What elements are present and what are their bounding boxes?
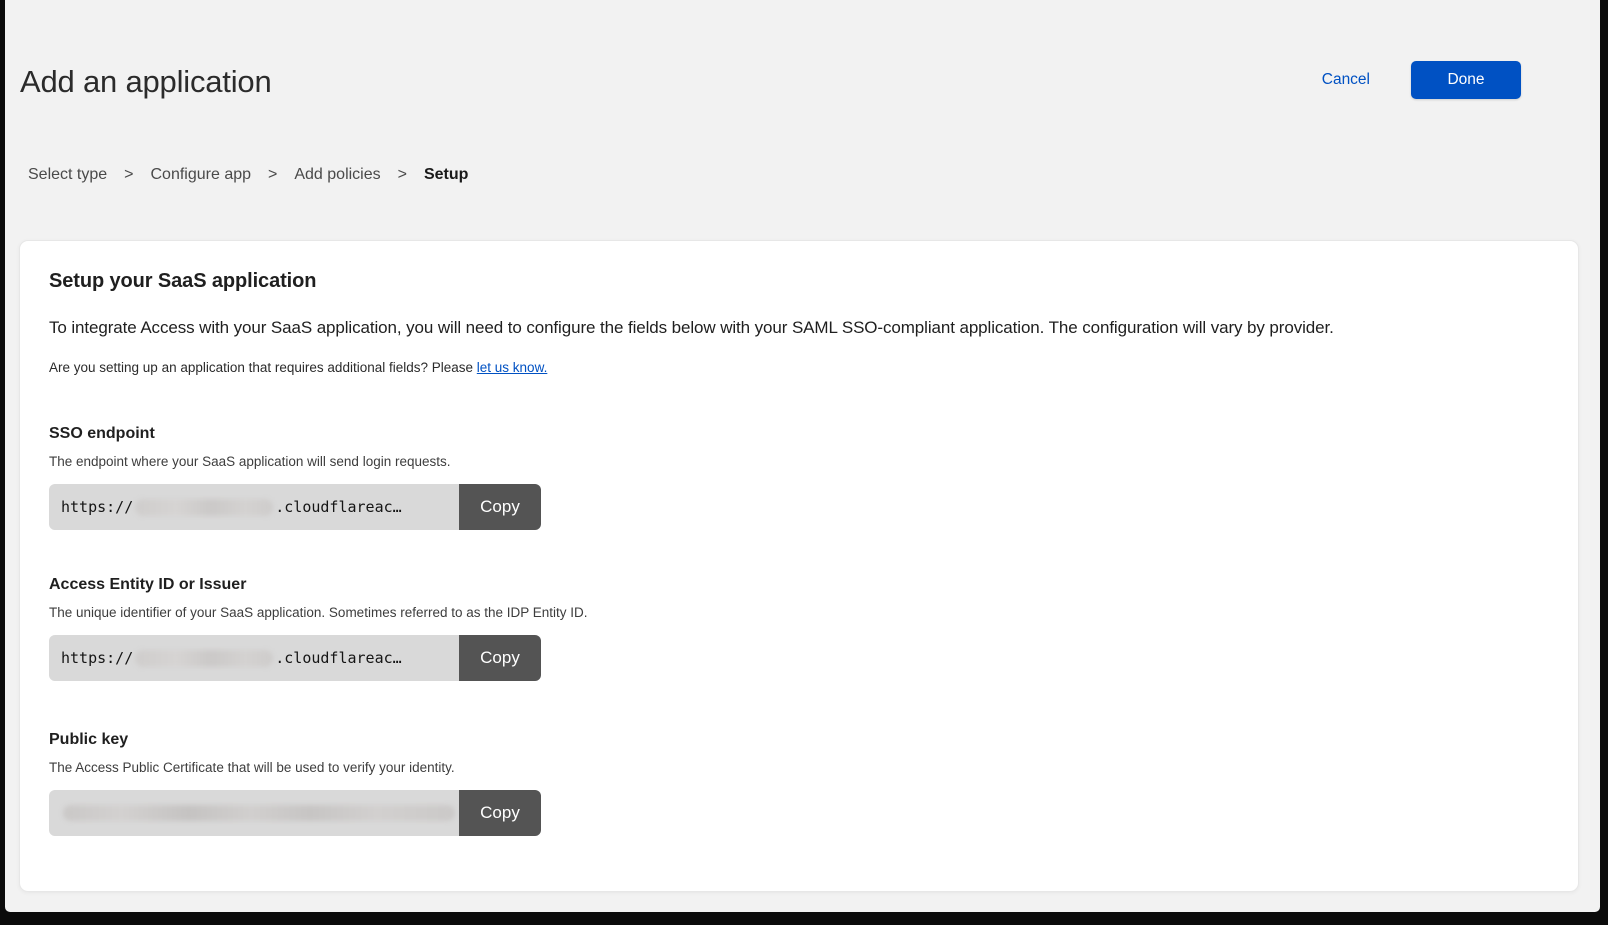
entity-id-copy-row: https:// .cloudflareac… Copy — [49, 635, 541, 681]
card-note-text: Are you setting up an application that r… — [49, 360, 477, 375]
page-title: Add an application — [20, 64, 271, 100]
value-suffix: .cloudflareac… — [275, 498, 401, 516]
value-prefix: https:// — [61, 649, 133, 667]
sso-endpoint-description: The endpoint where your SaaS application… — [49, 454, 1549, 469]
header-actions: Cancel Done — [1322, 61, 1521, 99]
entity-id-description: The unique identifier of your SaaS appli… — [49, 605, 1549, 620]
breadcrumb-configure-app[interactable]: Configure app — [151, 166, 252, 184]
cancel-button[interactable]: Cancel — [1322, 71, 1370, 89]
breadcrumb-add-policies[interactable]: Add policies — [294, 166, 380, 184]
value-suffix: .cloudflareac… — [275, 649, 401, 667]
entity-id-value[interactable]: https:// .cloudflareac… — [49, 635, 459, 681]
breadcrumb: Select type > Configure app > Add polici… — [28, 166, 468, 184]
public-key-section: Public key The Access Public Certificate… — [49, 731, 1549, 836]
public-key-copy-button[interactable]: Copy — [459, 790, 541, 836]
public-key-description: The Access Public Certificate that will … — [49, 760, 1549, 775]
entity-id-label: Access Entity ID or Issuer — [49, 576, 1549, 594]
public-key-copy-row: Copy — [49, 790, 541, 836]
entity-id-section: Access Entity ID or Issuer The unique id… — [49, 576, 1549, 681]
app-window: Add an application Cancel Done Select ty… — [5, 0, 1600, 912]
public-key-value[interactable] — [49, 790, 459, 836]
redacted-text — [63, 805, 455, 821]
setup-card: Setup your SaaS application To integrate… — [19, 240, 1579, 892]
card-heading: Setup your SaaS application — [49, 270, 1549, 293]
public-key-label: Public key — [49, 731, 1549, 749]
entity-id-copy-button[interactable]: Copy — [459, 635, 541, 681]
sso-endpoint-section: SSO endpoint The endpoint where your Saa… — [49, 425, 1549, 530]
sso-endpoint-label: SSO endpoint — [49, 425, 1549, 443]
redacted-text — [135, 650, 273, 667]
breadcrumb-separator: > — [124, 166, 133, 184]
value-prefix: https:// — [61, 498, 133, 516]
done-button[interactable]: Done — [1411, 61, 1521, 99]
card-note: Are you setting up an application that r… — [49, 360, 1549, 375]
breadcrumb-separator: > — [268, 166, 277, 184]
let-us-know-link[interactable]: let us know. — [477, 360, 548, 375]
card-intro-text: To integrate Access with your SaaS appli… — [49, 318, 1549, 338]
sso-endpoint-value[interactable]: https:// .cloudflareac… — [49, 484, 459, 530]
sso-endpoint-copy-row: https:// .cloudflareac… Copy — [49, 484, 541, 530]
breadcrumb-separator: > — [398, 166, 407, 184]
breadcrumb-setup: Setup — [424, 166, 468, 184]
redacted-text — [135, 499, 273, 516]
sso-endpoint-copy-button[interactable]: Copy — [459, 484, 541, 530]
breadcrumb-select-type[interactable]: Select type — [28, 166, 107, 184]
